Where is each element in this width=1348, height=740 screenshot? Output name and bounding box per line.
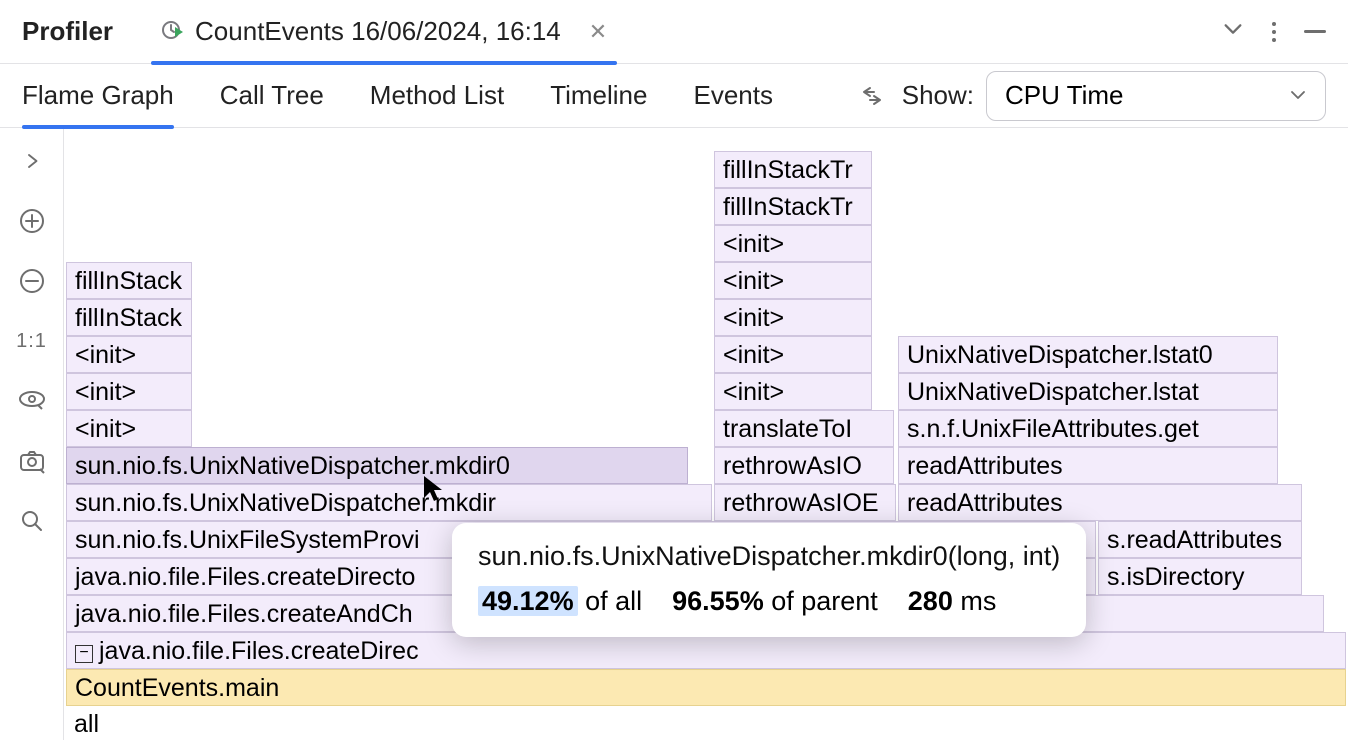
tab-timeline[interactable]: Timeline [550,64,647,128]
zoom-in-icon[interactable] [17,206,47,236]
flame-frame-label: readAttributes [907,452,1063,480]
presentation-icon[interactable] [17,386,47,416]
flame-frame[interactable]: fillInStack [66,299,192,336]
flame-frame[interactable]: sun.nio.fs.UnixNativeDispatcher.mkdir [66,484,712,521]
flame-frame[interactable]: s.n.f.UnixFileAttributes.get [898,410,1278,447]
flame-frame[interactable]: <init> [714,225,872,262]
flame-frame-label: rethrowAsIO [723,452,862,480]
flame-frame-label: <init> [75,415,136,443]
flame-frame[interactable]: all [66,706,1346,740]
flame-frame-label: java.nio.file.Files.createAndCh [75,600,413,628]
flame-frame[interactable]: rethrowAsIOE [714,484,896,521]
flame-frame-label: sun.nio.fs.UnixNativeDispatcher.mkdir [75,489,496,517]
metric-select[interactable]: CPU Time [986,71,1326,121]
flame-frame[interactable]: fillInStack [66,262,192,299]
flame-frame[interactable]: s.readAttributes [1098,521,1302,558]
tooltip-pct-parent: 96.55% [672,586,764,616]
flame-frame-label: sun.nio.fs.UnixNativeDispatcher.mkdir0 [75,452,510,480]
flame-frame[interactable]: <init> [714,373,872,410]
flame-frame[interactable]: <init> [714,299,872,336]
flame-frame-label: <init> [75,341,136,369]
flame-frame-label: fillInStack [75,267,182,295]
minimize-icon[interactable] [1304,30,1326,33]
flame-frame[interactable]: rethrowAsIO [714,447,894,484]
zoom-out-icon[interactable] [17,266,47,296]
tooltip-time-unit: ms [953,586,997,616]
flame-frame-label: <init> [723,378,784,406]
screenshot-icon[interactable] [17,446,47,476]
flame-frame-label: <init> [75,378,136,406]
collapse-toggle-icon[interactable]: − [75,645,93,663]
flame-frame[interactable]: −java.nio.file.Files.createDirec [66,632,1346,669]
expand-icon[interactable] [17,146,47,176]
flame-frame[interactable]: fillInStackTr [714,188,872,225]
flame-frame-label: s.readAttributes [1107,526,1282,554]
profiler-run-icon [161,20,185,44]
flame-frame-label: java.nio.file.Files.createDirec [99,637,419,665]
flame-frame-label: UnixNativeDispatcher.lstat0 [907,341,1213,369]
tab-method-list[interactable]: Method List [370,64,504,128]
flame-graph-area[interactable]: allCountEvents.main−java.nio.file.Files.… [64,128,1348,740]
flame-frame[interactable]: <init> [66,373,192,410]
flame-frame[interactable]: readAttributes [898,484,1302,521]
flame-frame-label: <init> [723,230,784,258]
tool-title: Profiler [22,16,113,47]
flame-frame-label: fillInStack [75,304,182,332]
flame-frame[interactable]: CountEvents.main [66,669,1346,706]
frame-tooltip: sun.nio.fs.UnixNativeDispatcher.mkdir0(l… [452,523,1086,637]
more-menu-icon[interactable] [1272,22,1276,42]
flame-frame[interactable]: <init> [66,410,192,447]
flame-frame[interactable]: <init> [714,336,872,373]
flame-frame[interactable]: fillInStackTr [714,151,872,188]
flame-frame-label: CountEvents.main [75,674,279,702]
search-icon[interactable] [17,506,47,536]
flame-frame-label: readAttributes [907,489,1063,517]
tab-events[interactable]: Events [693,64,773,128]
flame-frame-label: <init> [723,267,784,295]
tooltip-of-all: of all [578,586,643,616]
tooltip-stats: 49.12% of all 96.55% of parent 280 ms [478,586,1060,617]
flame-frame[interactable]: sun.nio.fs.UnixNativeDispatcher.mkdir0 [66,447,688,484]
tooltip-pct-all: 49.12% [478,586,578,616]
flame-frame[interactable]: readAttributes [898,447,1278,484]
flame-frame-label: fillInStackTr [723,193,853,221]
flame-frame-label: UnixNativeDispatcher.lstat [907,378,1199,406]
header-right [1222,18,1326,46]
flame-frame-label: fillInStackTr [723,156,853,184]
tab-call-tree[interactable]: Call Tree [220,64,324,128]
flame-frame[interactable]: <init> [66,336,192,373]
flame-frame-label: all [74,710,99,738]
flame-frame[interactable]: UnixNativeDispatcher.lstat [898,373,1278,410]
left-toolbar: 1:1 [0,128,64,740]
tooltip-title: sun.nio.fs.UnixNativeDispatcher.mkdir0(l… [478,541,1060,572]
collapse-chevron-icon[interactable] [1222,18,1244,46]
flame-frame-label: <init> [723,341,784,369]
flame-frame[interactable]: UnixNativeDispatcher.lstat0 [898,336,1278,373]
close-tab-icon[interactable]: ✕ [589,19,607,45]
subnav: Flame Graph Call Tree Method List Timeli… [0,64,1348,128]
flame-frame-label: java.nio.file.Files.createDirecto [75,563,415,591]
flame-frame[interactable]: translateToI [714,410,894,447]
flame-frame-label: <init> [723,304,784,332]
focus-icon[interactable] [858,82,886,110]
metric-select-value: CPU Time [1005,80,1123,111]
flame-frame[interactable]: s.isDirectory [1098,558,1302,595]
flame-frame-label: translateToI [723,415,852,443]
show-label: Show: [902,80,974,111]
chevron-down-icon [1289,80,1307,111]
header-bar: Profiler CountEvents 16/06/2024, 16:14 ✕ [0,0,1348,64]
reset-zoom-icon[interactable]: 1:1 [17,326,47,356]
flame-frame-label: sun.nio.fs.UnixFileSystemProvi [75,526,420,554]
tooltip-of-parent: of parent [764,586,878,616]
flame-frame[interactable]: <init> [714,262,872,299]
tooltip-time: 280 [908,586,953,616]
flame-frame-label: s.n.f.UnixFileAttributes.get [907,415,1199,443]
session-tab[interactable]: CountEvents 16/06/2024, 16:14 ✕ [161,0,607,64]
flame-frame-label: s.isDirectory [1107,563,1245,591]
tab-flame-graph[interactable]: Flame Graph [22,64,174,128]
session-tab-label: CountEvents 16/06/2024, 16:14 [195,16,561,47]
profiler-body: 1:1 allCountEvents.main−java.nio.file.Fi… [0,128,1348,740]
flame-frame-label: rethrowAsIOE [723,489,879,517]
